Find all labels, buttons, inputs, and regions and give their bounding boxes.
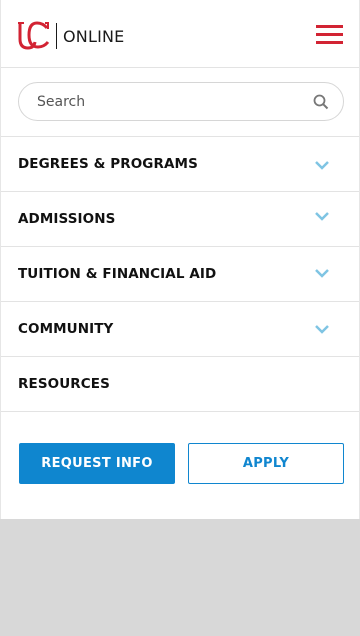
- logo-divider: [56, 23, 57, 49]
- chevron-down-icon[interactable]: [314, 211, 330, 221]
- main-nav: DEGREES & PROGRAMS ADMISSIONS TUITION & …: [1, 137, 359, 412]
- search-icon[interactable]: [313, 94, 329, 110]
- search-input[interactable]: [37, 83, 297, 120]
- apply-button[interactable]: APPLY: [188, 443, 344, 484]
- nav-item-label: RESOURCES: [18, 376, 110, 392]
- request-info-button[interactable]: REQUEST INFO: [19, 443, 175, 484]
- chevron-down-icon[interactable]: [314, 324, 330, 334]
- chevron-down-icon[interactable]: [314, 160, 330, 170]
- nav-item-resources[interactable]: RESOURCES: [1, 357, 359, 412]
- uc-online-logo[interactable]: ONLINE: [17, 20, 124, 52]
- site-header: ONLINE: [1, 0, 359, 68]
- hamburger-icon[interactable]: [316, 25, 343, 45]
- uc-logo-mark-icon: [18, 21, 50, 50]
- nav-item-degrees-programs[interactable]: DEGREES & PROGRAMS: [1, 137, 359, 192]
- search-box[interactable]: [18, 82, 344, 121]
- chevron-down-icon[interactable]: [314, 268, 330, 278]
- nav-item-label: DEGREES & PROGRAMS: [18, 156, 198, 172]
- nav-item-community[interactable]: COMMUNITY: [1, 302, 359, 357]
- logo-text: ONLINE: [63, 26, 125, 46]
- nav-item-label: ADMISSIONS: [18, 211, 116, 227]
- nav-item-tuition-financial-aid[interactable]: TUITION & FINANCIAL AID: [1, 247, 359, 302]
- nav-item-label: TUITION & FINANCIAL AID: [18, 266, 217, 282]
- nav-item-admissions[interactable]: ADMISSIONS: [1, 192, 359, 247]
- nav-item-label: COMMUNITY: [18, 321, 114, 337]
- menu-panel: ONLINE DEGREES & PROGRAMS ADMISSIONS: [0, 0, 360, 519]
- search-section: [1, 68, 359, 137]
